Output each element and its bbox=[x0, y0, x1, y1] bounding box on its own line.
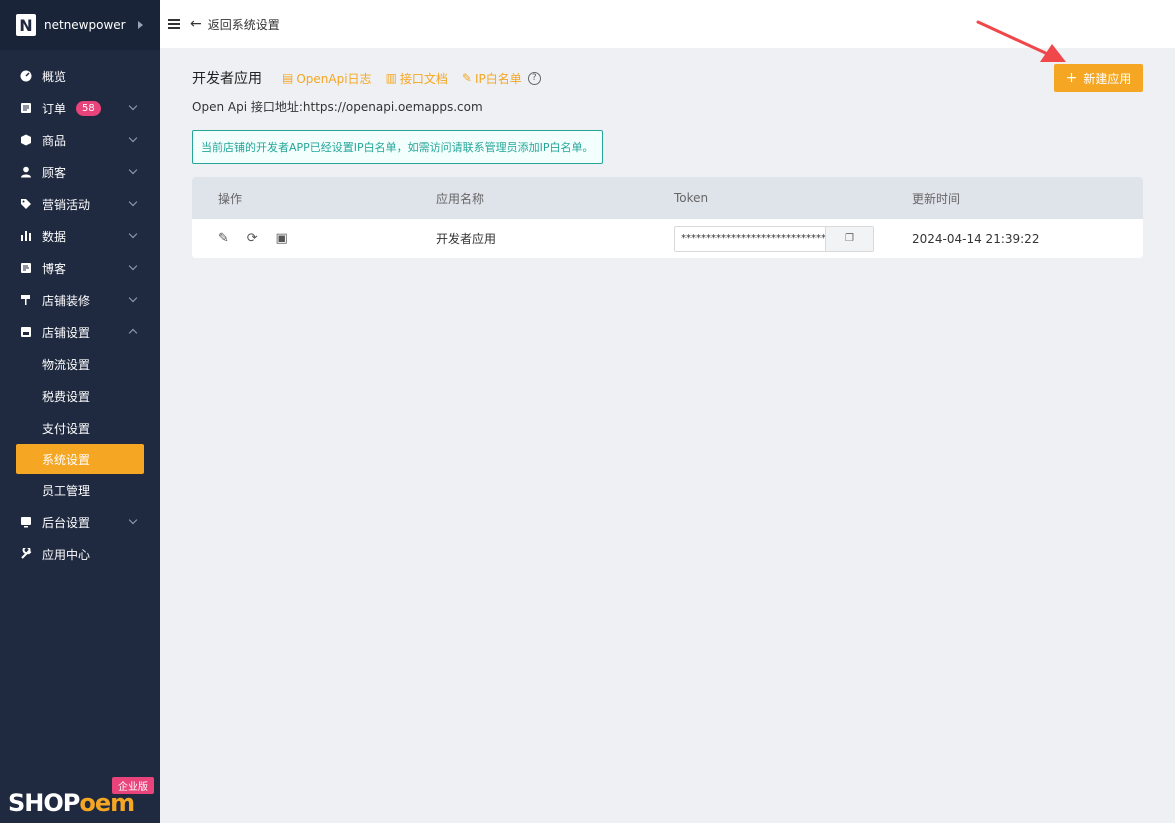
chevron-down-icon bbox=[128, 197, 138, 207]
plus-icon: + bbox=[1065, 70, 1078, 86]
submenu-item-tax[interactable]: 税费设置 bbox=[0, 380, 160, 412]
logo-shop: SHOP bbox=[8, 789, 80, 817]
tag-icon bbox=[20, 198, 32, 210]
menu-item-marketing[interactable]: 营销活动 bbox=[0, 188, 160, 220]
col-header-name: 应用名称 bbox=[436, 191, 485, 206]
table-header: 操作 应用名称 Token 更新时间 bbox=[192, 177, 1143, 219]
caret-right-icon bbox=[137, 21, 143, 29]
menu-label: 订单 bbox=[42, 101, 67, 116]
col-header-updated: 更新时间 bbox=[912, 191, 961, 206]
api-doc-link[interactable]: ▥ 接口文档 bbox=[386, 70, 448, 87]
brand-logo: N bbox=[16, 14, 36, 36]
dashboard-icon bbox=[20, 70, 32, 82]
logo-wordmark: SHOPoem bbox=[8, 789, 135, 817]
ip-whitelist-link[interactable]: ✎ IP白名单 bbox=[462, 70, 522, 87]
new-app-label: 新建应用 bbox=[1083, 71, 1132, 86]
delete-icon[interactable]: ▣ bbox=[275, 231, 287, 246]
paint-roller-icon bbox=[20, 294, 32, 306]
api-address: Open Api 接口地址:https://openapi.oemapps.co… bbox=[192, 100, 483, 114]
doc-icon: ▥ bbox=[385, 71, 397, 85]
sidebar: N netnewpower 概览 订单 58 商品 顾客 营销活动 数据 博客 … bbox=[0, 0, 160, 823]
menu-label: 应用中心 bbox=[42, 547, 91, 562]
chevron-down-icon bbox=[128, 101, 138, 111]
order-count-badge: 58 bbox=[76, 100, 101, 116]
chevron-down-icon bbox=[128, 165, 138, 175]
menu-item-store-design[interactable]: 店铺装修 bbox=[0, 284, 160, 316]
menu-item-orders[interactable]: 订单 58 bbox=[0, 92, 160, 124]
store-switcher[interactable]: N netnewpower bbox=[0, 0, 160, 50]
link-label: IP白名单 bbox=[474, 71, 522, 86]
menu-item-customers[interactable]: 顾客 bbox=[0, 156, 160, 188]
menu-label: 后台设置 bbox=[42, 515, 91, 530]
menu-item-store-settings[interactable]: 店铺设置 bbox=[0, 316, 160, 348]
menu-label: 概览 bbox=[42, 69, 67, 84]
order-icon bbox=[20, 102, 32, 114]
menu-label: 商品 bbox=[42, 133, 67, 148]
menu-item-data[interactable]: 数据 bbox=[0, 220, 160, 252]
menu-item-overview[interactable]: 概览 bbox=[0, 60, 160, 92]
submenu-item-payment[interactable]: 支付设置 bbox=[0, 412, 160, 444]
menu-toggle-icon[interactable] bbox=[168, 19, 180, 29]
monitor-icon bbox=[20, 516, 32, 528]
help-icon[interactable]: ? bbox=[527, 71, 541, 85]
menu-label: 博客 bbox=[42, 261, 67, 276]
store-name: netnewpower bbox=[44, 18, 126, 32]
app-name: 开发者应用 bbox=[436, 232, 497, 246]
link-label: 接口文档 bbox=[399, 71, 448, 86]
menu-label: 店铺设置 bbox=[42, 325, 91, 340]
menu-label: 店铺装修 bbox=[42, 293, 91, 308]
log-icon: ▤ bbox=[282, 71, 294, 85]
new-app-button[interactable]: + 新建应用 bbox=[1054, 64, 1143, 92]
pencil-icon: ✎ bbox=[461, 71, 472, 85]
chevron-down-icon bbox=[128, 229, 138, 239]
logo-oem: oem bbox=[79, 789, 135, 817]
apps-table: 操作 应用名称 Token 更新时间 ✎ ⟳ ▣ 开发者应用 *********… bbox=[192, 177, 1143, 258]
menu-label: 数据 bbox=[42, 229, 67, 244]
store-icon bbox=[20, 326, 32, 338]
title-row: 开发者应用 ▤ OpenApi日志 ▥ 接口文档 ✎ IP白名单 ? + 新建应用 bbox=[192, 64, 1143, 92]
col-header-actions: 操作 bbox=[218, 191, 243, 206]
ip-whitelist-notice: 当前店铺的开发者APP已经设置IP白名单，如需访问请联系管理员添加IP白名单。 bbox=[192, 130, 603, 164]
shopoem-logo: 企业版 SHOPoem bbox=[0, 777, 160, 823]
submenu-item-staff[interactable]: 员工管理 bbox=[0, 474, 160, 506]
table-row: ✎ ⟳ ▣ 开发者应用 ****************************… bbox=[192, 219, 1143, 258]
product-icon bbox=[20, 134, 32, 146]
menu-label: 营销活动 bbox=[42, 197, 91, 212]
blog-icon bbox=[20, 262, 32, 274]
token-value: ***************************** bbox=[681, 233, 825, 244]
submenu-item-shipping[interactable]: 物流设置 bbox=[0, 348, 160, 380]
menu-item-products[interactable]: 商品 bbox=[0, 124, 160, 156]
user-icon bbox=[20, 166, 32, 178]
col-header-token: Token bbox=[674, 191, 709, 205]
menu-item-app-center[interactable]: 应用中心 bbox=[0, 538, 160, 570]
updated-time: 2024-04-14 21:39:22 bbox=[912, 231, 1040, 246]
menu-item-admin-settings[interactable]: 后台设置 bbox=[0, 506, 160, 538]
main-content: 开发者应用 ▤ OpenApi日志 ▥ 接口文档 ✎ IP白名单 ? + 新建应用 Op… bbox=[192, 64, 1143, 258]
back-arrow-icon[interactable]: ← bbox=[190, 16, 202, 32]
page-title: 开发者应用 bbox=[192, 71, 262, 87]
openapi-log-link[interactable]: ▤ OpenApi日志 bbox=[282, 70, 372, 87]
chevron-down-icon bbox=[128, 515, 138, 525]
refresh-icon[interactable]: ⟳ bbox=[247, 231, 258, 246]
main-menu: 概览 订单 58 商品 顾客 营销活动 数据 博客 店铺装修 店铺设置 物流设置… bbox=[0, 60, 160, 570]
link-label: OpenApi日志 bbox=[296, 71, 372, 86]
chevron-down-icon bbox=[128, 293, 138, 303]
menu-label: 顾客 bbox=[42, 165, 67, 180]
edit-icon[interactable]: ✎ bbox=[218, 231, 229, 246]
token-field: ***************************** ❐ bbox=[674, 225, 874, 252]
chevron-up-icon bbox=[128, 328, 138, 338]
chevron-down-icon bbox=[128, 133, 138, 143]
token-cell: ***************************** ❐ bbox=[674, 225, 912, 252]
menu-item-blog[interactable]: 博客 bbox=[0, 252, 160, 284]
chart-icon bbox=[20, 230, 32, 242]
row-actions: ✎ ⟳ ▣ bbox=[192, 231, 436, 246]
chevron-down-icon bbox=[128, 261, 138, 271]
copy-icon[interactable]: ❐ bbox=[825, 226, 873, 251]
back-link[interactable]: 返回系统设置 bbox=[208, 16, 280, 33]
wrench-icon bbox=[20, 548, 32, 560]
submenu-item-system-settings[interactable]: 系统设置 bbox=[16, 444, 144, 474]
